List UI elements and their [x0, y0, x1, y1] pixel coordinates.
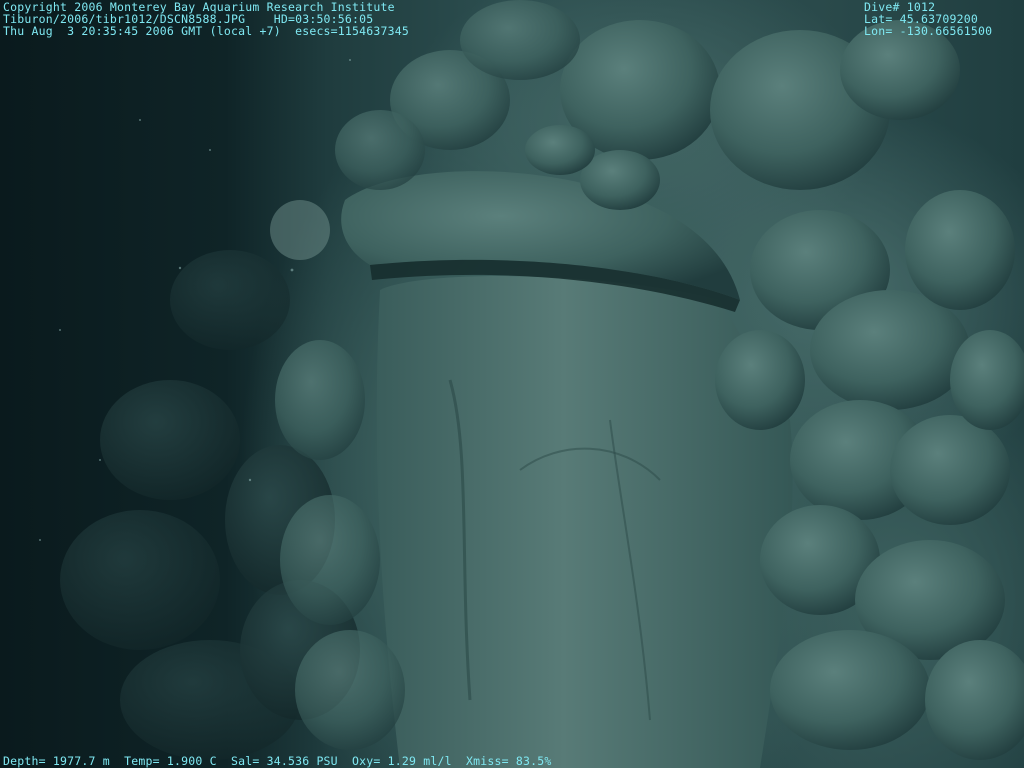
seafloor-photo: Copyright 2006 Monterey Bay Aquarium Res… — [0, 0, 1024, 768]
longitude: Lon= -130.66561500 — [864, 24, 993, 38]
camera-header-right: Dive# 1012 Lat= 45.63709200 Lon= -130.66… — [864, 1, 992, 37]
telemetry-readout: Depth= 1977.7 m Temp= 1.900 C Sal= 34.53… — [3, 754, 552, 768]
telemetry-footer: Depth= 1977.7 m Temp= 1.900 C Sal= 34.53… — [3, 755, 552, 767]
datetime-line: Thu Aug 3 20:35:45 2006 GMT (local +7) e… — [3, 24, 410, 38]
pillow-lava-scene — [39, 0, 1024, 768]
camera-header-left: Copyright 2006 Monterey Bay Aquarium Res… — [3, 1, 409, 37]
